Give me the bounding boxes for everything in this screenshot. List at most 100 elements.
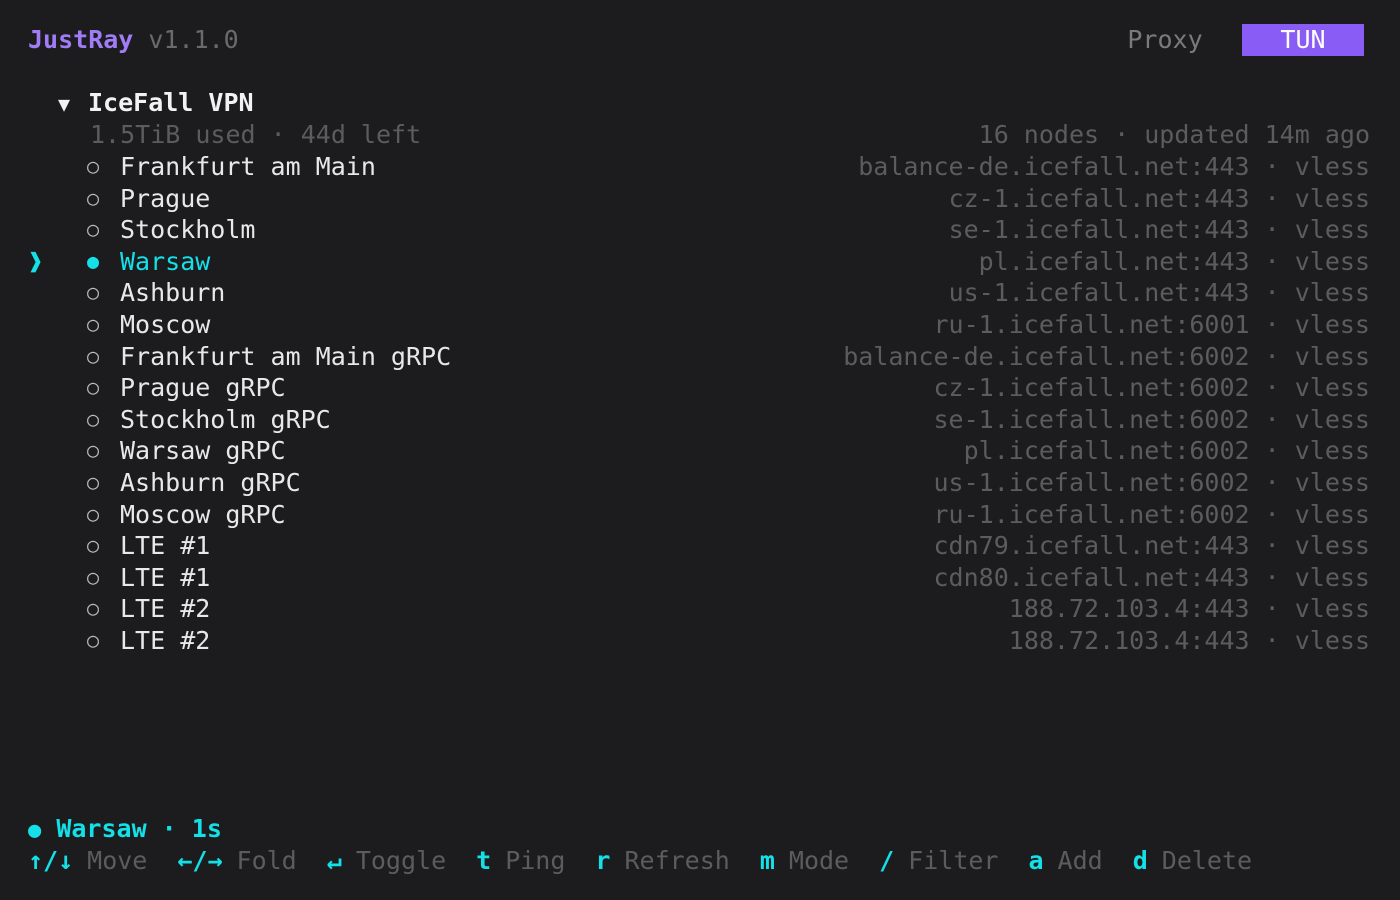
connected-dot-icon: ● <box>28 818 42 843</box>
mode-tab-proxy[interactable]: Proxy <box>1112 24 1218 56</box>
radio-empty-icon[interactable]: ○ <box>87 277 107 308</box>
node-name: LTE #1 <box>120 562 211 592</box>
node-address: us-1.icefall.net:443 · vless <box>948 278 1370 308</box>
status-line: ● Warsaw · 1s <box>28 813 222 847</box>
node-address: 188.72.103.4:443 · vless <box>1008 594 1370 624</box>
key-hint: t Ping <box>476 845 565 877</box>
node-row[interactable]: ○ LTE #1 cdn79.icefall.net:443 · vless <box>0 530 1400 561</box>
radio-empty-icon[interactable]: ○ <box>87 183 107 214</box>
node-row[interactable]: ○ Frankfurt am Main gRPC balance-de.icefal… <box>0 341 1400 372</box>
node-address: balance-de.icefall.net:443 · vless <box>858 152 1370 181</box>
radio-empty-icon[interactable]: ○ <box>87 341 107 372</box>
key-hint: ↵ Toggle <box>327 845 446 877</box>
radio-empty-icon[interactable]: ○ <box>87 404 107 435</box>
node-name: Warsaw <box>120 246 211 276</box>
node-name: LTE #2 <box>120 594 211 624</box>
group-name: IceFall VPN <box>88 88 254 117</box>
radio-empty-icon[interactable]: ○ <box>87 214 107 245</box>
key-hint-key: ↑/↓ <box>28 846 74 875</box>
radio-empty-icon[interactable]: ○ <box>87 435 107 466</box>
app-version: v1.1.0 <box>148 25 239 54</box>
node-address: se-1.icefall.net:443 · vless <box>948 215 1370 245</box>
radio-empty-icon[interactable]: ○ <box>87 309 107 340</box>
node-row[interactable]: ○ Prague gRPC cz-1.icefall.net:6002 · vles… <box>0 372 1400 403</box>
node-name: Ashburn gRPC <box>120 468 301 497</box>
key-hint-key: ↵ <box>326 846 342 875</box>
key-hint-label: Refresh <box>624 846 730 875</box>
node-name: Warsaw gRPC <box>120 436 286 466</box>
node-name: Prague gRPC <box>120 373 286 403</box>
node-row[interactable]: ○ Moscow gRPC ru-1.icefall.net:6002 · vles… <box>0 499 1400 530</box>
node-name: Moscow gRPC <box>120 499 286 529</box>
node-address: cz-1.icefall.net:6002 · vless <box>933 373 1371 403</box>
radio-empty-icon[interactable]: ○ <box>87 467 107 498</box>
radio-empty-icon[interactable]: ○ <box>87 151 107 182</box>
radio-filled-icon[interactable]: ● <box>87 246 107 277</box>
node-address: ru-1.icefall.net:6001 · vless <box>933 310 1371 339</box>
node-address: us-1.icefall.net:6002 · vless <box>933 468 1371 497</box>
group-summary: 16 nodes · updated 14m ago <box>978 120 1370 149</box>
node-row[interactable]: ○ LTE #2 188.72.103.4:443 · vless <box>0 625 1400 656</box>
key-hint-key: r <box>595 846 611 875</box>
node-row[interactable]: ○ Ashburn gRPC us-1.icefall.net:6002 · vle… <box>0 467 1400 498</box>
key-hint: d Delete <box>1133 845 1252 877</box>
key-hint-label: Ping <box>505 846 566 875</box>
radio-empty-icon[interactable]: ○ <box>87 593 107 624</box>
node-address: cz-1.icefall.net:443 · vless <box>948 183 1370 213</box>
key-hint-label: Filter <box>908 846 999 875</box>
node-name: Ashburn <box>120 278 226 308</box>
node-address: cdn80.icefall.net:443 · vless <box>933 562 1371 592</box>
status-text: Warsaw · 1s <box>56 814 222 843</box>
node-row[interactable]: ○ Ashburn us-1.icefall.net:443 · vless <box>0 277 1400 308</box>
node-name: Frankfurt am Main <box>120 152 376 181</box>
key-hint: a Add <box>1028 845 1102 877</box>
key-hint-key: / <box>879 846 895 875</box>
node-address: balance-de.icefall.net:6002 · vless <box>843 341 1370 371</box>
key-hint: ↑/↓ Move <box>28 845 147 877</box>
triangle-down-icon[interactable]: ▼ <box>58 88 88 120</box>
key-hint-key: a <box>1028 846 1044 875</box>
key-hint: / Filter <box>879 845 998 877</box>
node-address: cdn79.icefall.net:443 · vless <box>933 531 1371 561</box>
node-name: Moscow <box>120 310 211 339</box>
mode-tab-tun[interactable]: TUN <box>1242 24 1364 56</box>
key-hint-key: m <box>759 846 775 875</box>
node-name: Prague <box>120 183 211 213</box>
node-address: 188.72.103.4:443 · vless <box>1008 626 1370 655</box>
key-hint-label: Toggle <box>355 846 447 875</box>
node-row[interactable]: ○ LTE #1 cdn80.icefall.net:443 · vless <box>0 562 1400 593</box>
node-row[interactable]: ○ Frankfurt am Main balance-de.icefall.net… <box>0 151 1400 182</box>
group-header[interactable]: ▼ IceFall VPN <box>58 87 254 120</box>
node-address: pl.icefall.net:6002 · vless <box>963 436 1370 466</box>
node-row[interactable]: ○ Stockholm se-1.icefall.net:443 · vless <box>0 214 1400 245</box>
node-row[interactable]: ○ Warsaw gRPC pl.icefall.net:6002 · vless <box>0 435 1400 466</box>
key-hint-key: t <box>476 846 492 875</box>
radio-empty-icon[interactable]: ○ <box>87 530 107 561</box>
radio-empty-icon[interactable]: ○ <box>87 625 107 656</box>
key-hint-key: ←/→ <box>177 846 223 875</box>
node-name: Stockholm gRPC <box>120 404 331 434</box>
app-title: JustRay v1.1.0 <box>28 24 239 56</box>
node-address: ru-1.icefall.net:6002 · vless <box>933 499 1371 529</box>
key-hint-label: Fold <box>236 846 297 875</box>
radio-empty-icon[interactable]: ○ <box>87 372 107 403</box>
key-hint-label: Mode <box>788 846 850 875</box>
radio-empty-icon[interactable]: ○ <box>87 499 107 530</box>
key-hint: r Refresh <box>595 845 729 877</box>
node-name: Frankfurt am Main gRPC <box>120 341 452 371</box>
app-name: JustRay <box>28 25 134 54</box>
radio-empty-icon[interactable]: ○ <box>87 562 107 593</box>
node-row[interactable]: ❱ ● Warsaw pl.icefall.net:443 · vless <box>0 246 1400 277</box>
key-hint-label: Delete <box>1161 846 1253 875</box>
node-name: LTE #2 <box>120 626 211 655</box>
node-row[interactable]: ○ Moscow ru-1.icefall.net:6001 · vless <box>0 309 1400 340</box>
node-name: Stockholm <box>120 215 256 245</box>
selection-cursor-icon: ❱ <box>28 246 44 276</box>
group-usage: 1.5TiB used · 44d left <box>90 120 422 149</box>
node-row[interactable]: ○ Stockholm gRPC se-1.icefall.net:6002 · v… <box>0 404 1400 435</box>
node-address: se-1.icefall.net:6002 · vless <box>933 404 1371 434</box>
node-row[interactable]: ○ Prague cz-1.icefall.net:443 · vless <box>0 183 1400 214</box>
key-hint: m Mode <box>760 845 849 877</box>
node-name: LTE #1 <box>120 531 211 561</box>
node-row[interactable]: ○ LTE #2 188.72.103.4:443 · vless <box>0 593 1400 624</box>
